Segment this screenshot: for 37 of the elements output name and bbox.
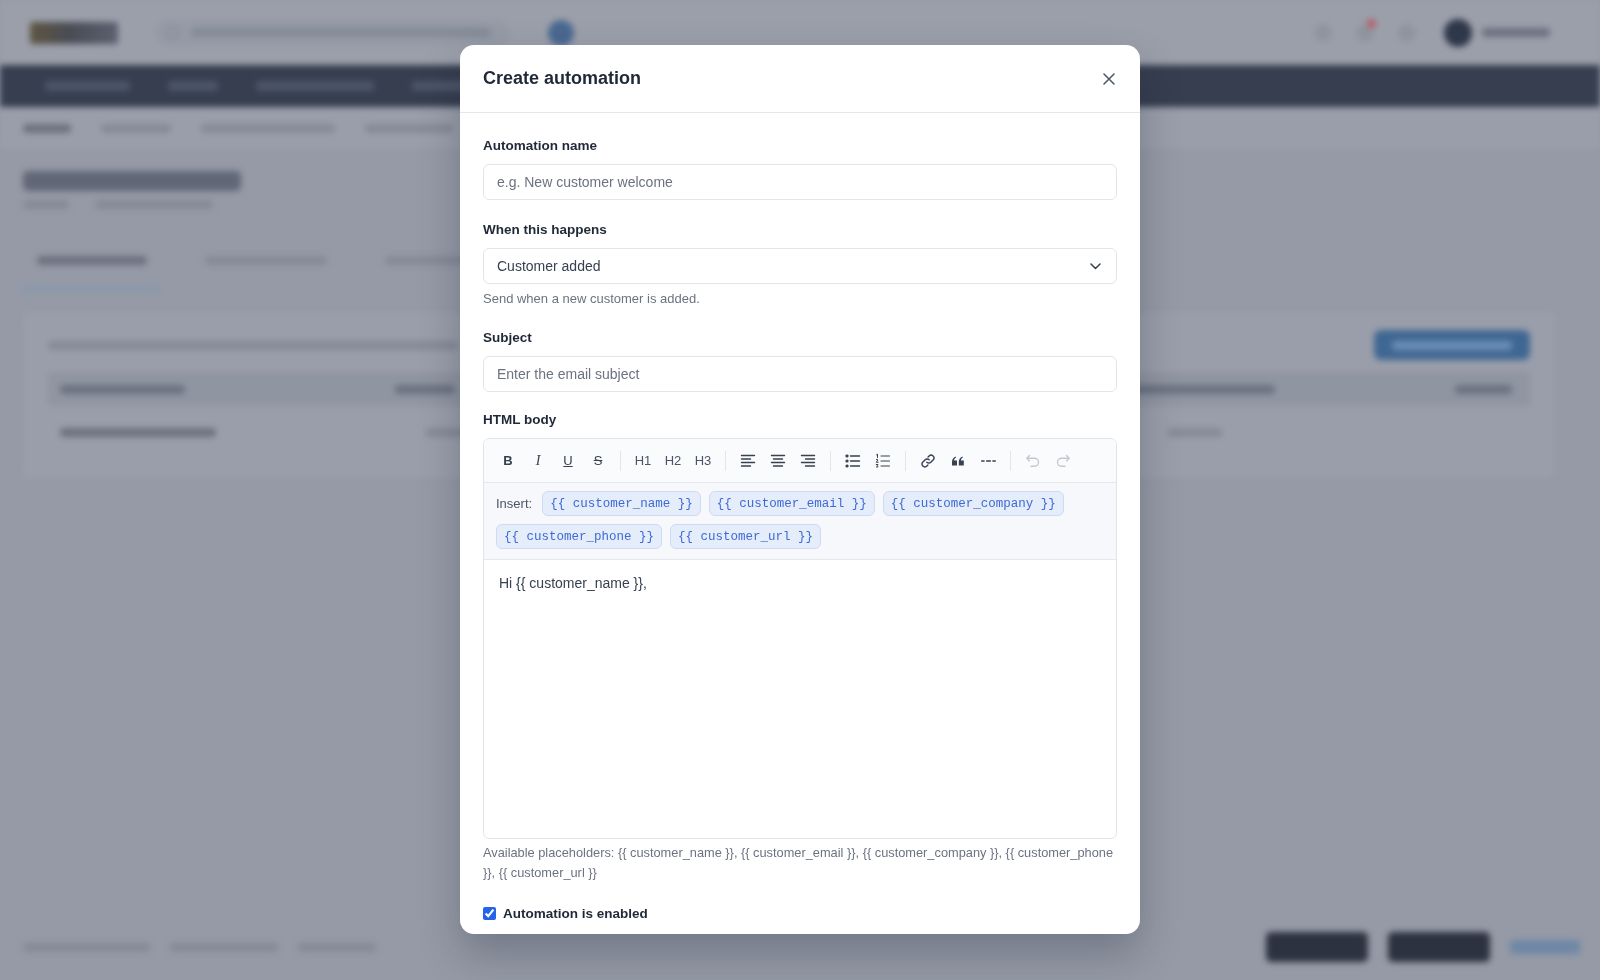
field-label: Subject <box>483 329 532 347</box>
align-center-icon <box>770 452 786 469</box>
dialog-title: Create automation <box>483 68 642 89</box>
placeholder-chip[interactable]: {{ customer_email }} <box>708 491 875 516</box>
heading-button[interactable]: H3 <box>689 446 717 475</box>
italic-button[interactable]: I <box>524 446 552 475</box>
field-label: Automation name <box>483 137 597 155</box>
chevron-down-icon <box>1090 262 1101 270</box>
insert-label: Insert: <box>496 496 533 511</box>
horizontal-rule-icon <box>980 459 996 462</box>
placeholder-chip[interactable]: {{ customer_url }} <box>670 524 822 549</box>
undo-icon <box>1025 452 1041 469</box>
placeholder-chip[interactable]: {{ customer_name }} <box>542 491 701 516</box>
checkbox-label: Automation is enabled <box>503 906 648 921</box>
bullet-list-icon <box>845 452 861 469</box>
numbered-list-icon <box>875 452 891 469</box>
help-text: Send when a new customer is added. <box>483 290 700 308</box>
redo-icon <box>1055 452 1071 469</box>
automation-name-input[interactable]: e.g. New customer welcome <box>483 164 1117 200</box>
placeholder-chip[interactable]: {{ customer_company }} <box>882 491 1064 516</box>
body-editor-field[interactable]: Hi {{ customer_name }}, <box>484 560 1116 838</box>
bold-button[interactable]: B <box>494 446 522 475</box>
enabled-checkbox[interactable] <box>483 907 496 920</box>
strikethrough-button[interactable]: S <box>584 446 612 475</box>
align-left-icon <box>740 452 756 469</box>
placeholders-hint: Available placeholders: {{ customer_name }}, {{ customer_email }}, {{ customer_company }}, {{ customer_phone }}, {{ customer_url }} <box>483 844 1115 882</box>
field-label: When this happens <box>483 221 607 239</box>
trigger-select[interactable]: Customer added <box>483 248 1117 284</box>
heading-button[interactable]: H1 <box>629 446 657 475</box>
close-icon <box>1103 72 1115 85</box>
underline-button[interactable]: U <box>554 446 582 475</box>
subject-input[interactable]: Enter the email subject <box>483 356 1117 392</box>
align-right-icon <box>800 452 816 469</box>
field-label: HTML body <box>483 411 557 429</box>
link-icon <box>920 452 936 469</box>
placeholder-chip[interactable]: {{ customer_phone }} <box>496 524 663 549</box>
heading-button[interactable]: H2 <box>659 446 687 475</box>
